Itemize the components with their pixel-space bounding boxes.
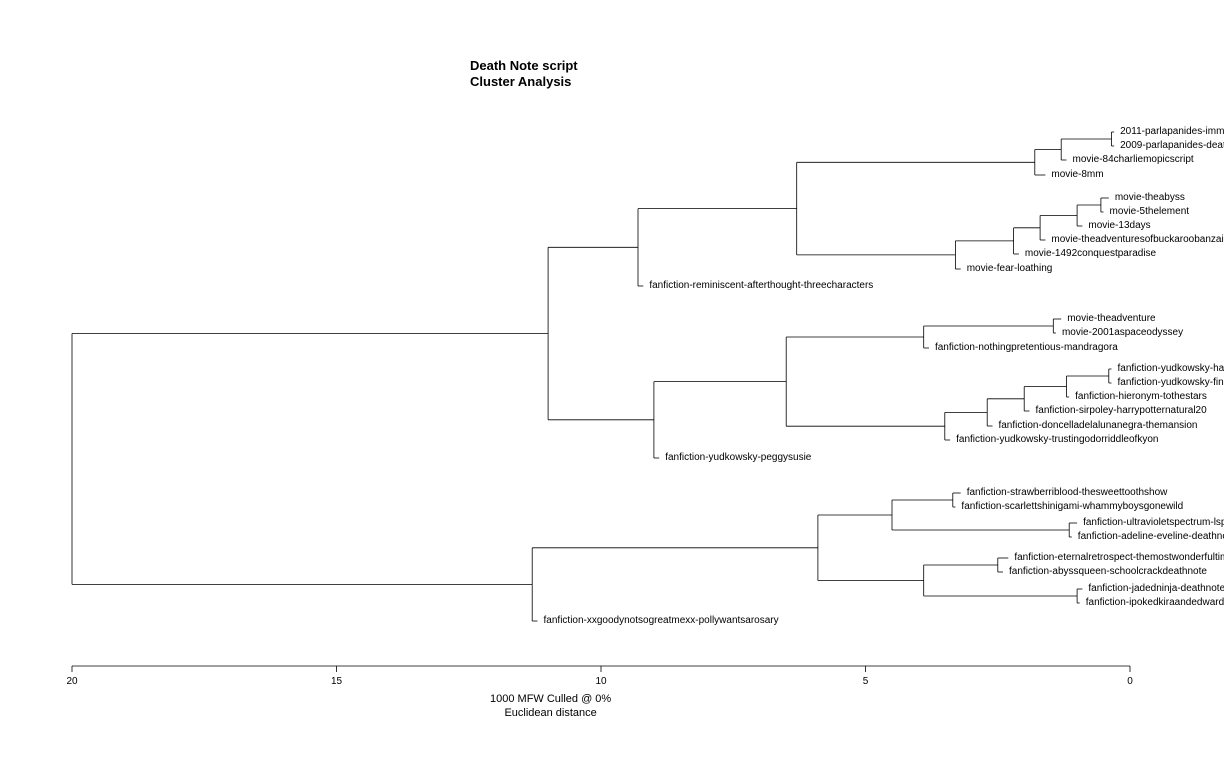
leaf-label: fanfiction-ipokedkiraandedwardandlived-d… [1086,598,1224,608]
axis-tick-label: 0 [1127,676,1133,687]
dendrogram-figure: Death Note script Cluster Analysis 2011-… [0,0,1224,776]
leaf-label: movie-84charliemopicscript [1073,155,1194,165]
axis-tick-label: 5 [863,676,869,687]
axis-tick-label: 20 [66,676,77,687]
leaf-label: movie-13days [1088,221,1150,231]
subtitle-line-2: Euclidean distance [504,707,596,719]
leaf-label: movie-theadventuresofbuckaroobanzai [1051,235,1223,245]
leaf-label: movie-1492conquestparadise [1025,249,1156,259]
leaf-label: movie-fear-loathing [967,264,1053,274]
subtitle-line-1: 1000 MFW Culled @ 0% [490,693,611,705]
leaf-label: fanfiction-scarlettshinigami-whammyboysg… [961,502,1183,512]
leaf-label: fanfiction-strawberriblood-thesweettooth… [967,488,1168,498]
leaf-label: fanfiction-jadedninja-deathnotetheabridg… [1088,584,1224,594]
leaf-label: fanfiction-yudkowsky-peggysusie [665,453,811,463]
leaf-label: 2009-parlapanides-deathnotemovie [1120,141,1224,151]
leaf-label: movie-theadventure [1067,314,1155,324]
leaf-label: fanfiction-hieronym-tothestars [1075,392,1207,402]
chart-subtitle: 1000 MFW Culled @ 0% Euclidean distance [490,692,611,720]
axis-tick-label: 15 [331,676,342,687]
leaf-label: fanfiction-doncelladelalunanegra-themans… [998,421,1197,431]
leaf-label: movie-8mm [1051,170,1103,180]
leaf-label: fanfiction-reminiscent-afterthought-thre… [649,281,873,291]
leaf-label: fanfiction-adeline-eveline-deathnotebehi… [1078,532,1224,542]
leaf-label: fanfiction-nothingpretentious-mandragora [935,343,1118,353]
leaf-label: movie-theabyss [1115,193,1185,203]
leaf-label: movie-5thelement [1110,207,1189,217]
leaf-label: fanfiction-yudkowsky-trustingodorriddleo… [956,435,1158,445]
leaf-label: fanfiction-yudkowsky-finaleultimatemetam… [1117,378,1224,388]
leaf-label: fanfiction-xxgoodynotsogreatmexx-pollywa… [544,616,779,626]
leaf-label: fanfiction-sirpoley-harrypotternatural20 [1035,406,1206,416]
leaf-label: fanfiction-ultravioletspectrum-lspregnan… [1083,518,1224,528]
leaf-label: 2011-parlapanides-immortals [1120,127,1224,137]
leaf-label: fanfiction-eternalretrospect-themostwond… [1014,553,1224,563]
leaf-label: fanfiction-abyssqueen-schoolcrackdeathno… [1009,567,1207,577]
dendrogram-svg [0,0,1224,776]
leaf-label: movie-2001aspaceodyssey [1062,328,1183,338]
leaf-label: fanfiction-yudkowsky-harrypottermethodsr… [1117,364,1224,374]
axis-tick-label: 10 [595,676,606,687]
